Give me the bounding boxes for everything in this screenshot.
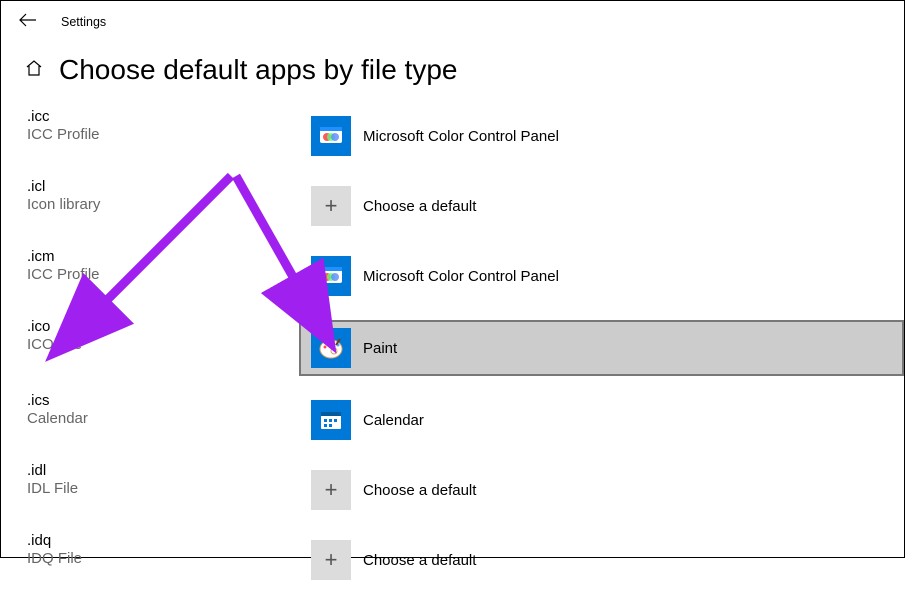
extension-desc: ICC Profile: [27, 266, 301, 284]
window-title: Settings: [61, 15, 106, 29]
app-name-label: Paint: [363, 340, 397, 357]
extension-desc: Calendar: [27, 410, 301, 428]
extension-desc: IDL File: [27, 480, 301, 498]
extension-label: .ics: [27, 392, 301, 410]
app-picker-idl[interactable]: + Choose a default: [301, 464, 904, 516]
plus-icon: +: [311, 186, 351, 226]
app-name-label: Microsoft Color Control Panel: [363, 268, 559, 285]
app-picker-ico[interactable]: Paint: [299, 320, 904, 376]
extension-desc: Icon library: [27, 196, 301, 214]
extension-label: .ico: [27, 318, 301, 336]
app-picker-icl[interactable]: + Choose a default: [301, 180, 904, 232]
paint-icon: [311, 328, 351, 368]
mccp-icon: [311, 256, 351, 296]
extension-desc: IDQ File: [27, 550, 301, 568]
extension-label: .idl: [27, 462, 301, 480]
app-name-label: Calendar: [363, 412, 424, 429]
extension-desc: ICO File: [27, 336, 301, 354]
plus-icon: +: [311, 540, 351, 580]
extension-label: .icl: [27, 178, 301, 196]
app-picker-icc[interactable]: Microsoft Color Control Panel: [301, 110, 904, 162]
back-button[interactable]: [13, 9, 43, 34]
app-name-label: Choose a default: [363, 552, 476, 569]
page-title: Choose default apps by file type: [59, 54, 457, 86]
app-name-label: Choose a default: [363, 198, 476, 215]
app-picker-icm[interactable]: Microsoft Color Control Panel: [301, 250, 904, 302]
extension-label: .icm: [27, 248, 301, 266]
calendar-icon: [311, 400, 351, 440]
extension-desc: ICC Profile: [27, 126, 301, 144]
home-icon[interactable]: [25, 59, 43, 82]
app-name-label: Microsoft Color Control Panel: [363, 128, 559, 145]
app-picker-ics[interactable]: Calendar: [301, 394, 904, 446]
extension-label: .idq: [27, 532, 301, 550]
plus-icon: +: [311, 470, 351, 510]
mccp-icon: [311, 116, 351, 156]
app-name-label: Choose a default: [363, 482, 476, 499]
app-picker-idq[interactable]: + Choose a default: [301, 534, 904, 586]
extension-label: .icc: [27, 108, 301, 126]
